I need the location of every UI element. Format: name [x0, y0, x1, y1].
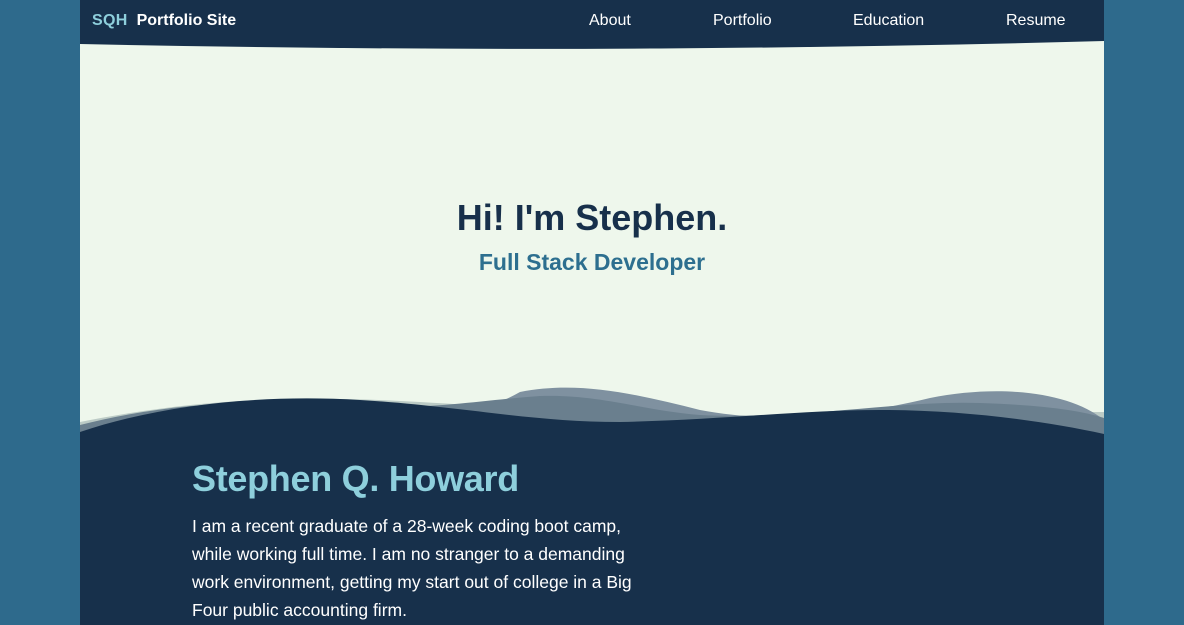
nav-link-education[interactable]: Education: [853, 12, 924, 30]
brand-title: Portfolio Site: [136, 12, 237, 29]
nav-link-portfolio[interactable]: Portfolio: [713, 12, 772, 30]
about-heading: Stephen Q. Howard: [192, 458, 519, 499]
brand-logo: SQH: [92, 12, 128, 29]
nav-link-about[interactable]: About: [589, 12, 631, 30]
hero-subtitle: Full Stack Developer: [478, 249, 706, 275]
about-paragraph: I am a recent graduate of a 28-week codi…: [192, 516, 632, 620]
brand-link[interactable]: SQH Portfolio Site: [92, 12, 236, 30]
navbar: SQH Portfolio Site About Portfolio Educa…: [80, 0, 1104, 52]
hero-title: Hi! I'm Stephen.: [456, 197, 728, 238]
page-container: SQH Portfolio Site About Portfolio Educa…: [80, 0, 1104, 625]
nav-link-resume[interactable]: Resume: [1006, 12, 1066, 30]
